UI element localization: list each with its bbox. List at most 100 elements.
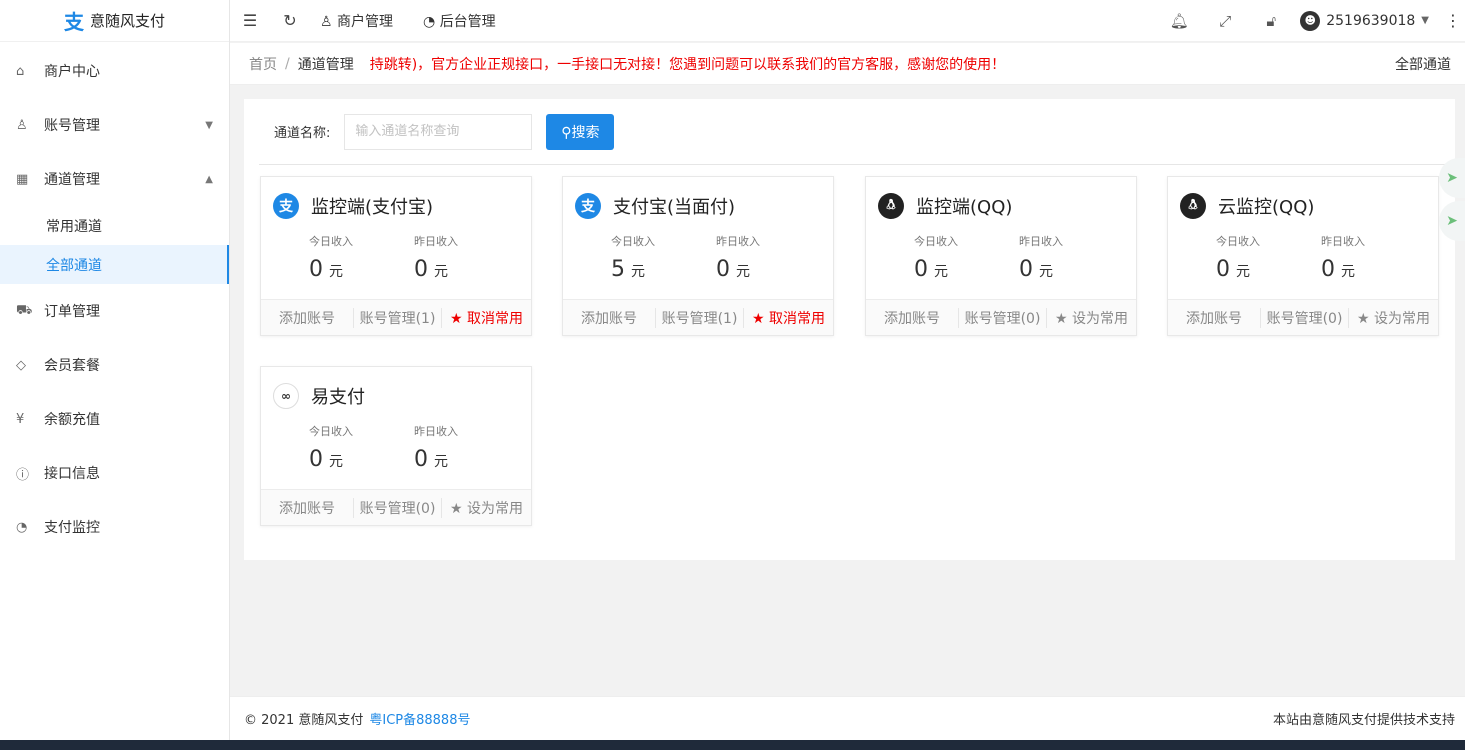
username: 2519639018	[1326, 12, 1416, 29]
add-account-button[interactable]: 添加账号	[261, 308, 353, 328]
toggle-favorite-button[interactable]: ★ 设为常用	[441, 497, 531, 518]
yesterday-income-label: 昨日收入	[414, 425, 458, 438]
yesterday-income-value: 0	[1019, 257, 1033, 282]
app-logo[interactable]: 支 意随风支付	[0, 0, 229, 42]
add-account-button[interactable]: 添加账号	[563, 308, 655, 328]
bell-icon[interactable]: 🔔︎	[1156, 12, 1202, 30]
star-icon: ★	[1054, 310, 1072, 327]
favorite-label: 取消常用	[769, 310, 825, 327]
currency-unit: 元	[631, 264, 645, 280]
sidebar-item-merchant-center[interactable]: ⌂ 商户中心	[0, 44, 229, 98]
manage-accounts-button[interactable]: 账号管理(0)	[353, 497, 441, 518]
search-button[interactable]: ⚲搜索	[546, 113, 615, 150]
toggle-favorite-button[interactable]: ★ 取消常用	[441, 307, 531, 328]
avatar: ☻	[1300, 10, 1321, 31]
apps-icon: ▦	[16, 171, 29, 187]
topbar: ☰ ↻ ♙ 商户管理 ◔ 后台管理 🔔︎ ⤢ 🔓︎ ☻ 2519639018 ▼…	[230, 0, 1465, 42]
today-income-value: 0	[1216, 257, 1230, 282]
today-income-value: 5	[611, 257, 625, 282]
caret-up-icon: ▲	[205, 173, 213, 185]
sidebar-item-label: 账号管理	[44, 118, 100, 134]
search-bar: 通道名称: ⚲搜索	[259, 99, 1455, 165]
nav-admin-label: 后台管理	[439, 13, 496, 30]
channel-name: 云监控(QQ)	[1218, 197, 1315, 218]
channel-name: 易支付	[311, 387, 365, 408]
os-taskbar	[0, 740, 1465, 750]
app-title: 意随风支付	[89, 12, 165, 30]
yesterday-income-label: 昨日收入	[716, 235, 760, 248]
currency-unit: 元	[1039, 264, 1053, 280]
add-account-button[interactable]: 添加账号	[1168, 308, 1260, 328]
nav-admin-link[interactable]: ◔ 后台管理	[423, 11, 496, 31]
add-account-button[interactable]: 添加账号	[866, 308, 958, 328]
favorite-label: 设为常用	[1072, 310, 1128, 327]
lock-icon[interactable]: 🔓︎	[1248, 12, 1294, 30]
sidebar-item-pay-monitor[interactable]: ◔ 支付监控	[0, 500, 229, 554]
star-icon: ★	[449, 500, 467, 517]
today-income-label: 今日收入	[309, 235, 353, 248]
qq-icon: 🐧︎	[1180, 193, 1206, 219]
alipay-icon: 支	[575, 193, 601, 219]
manage-accounts-button[interactable]: 账号管理(1)	[655, 307, 743, 328]
sidebar-item-recharge[interactable]: ¥ 余额充值	[0, 392, 229, 446]
yesterday-income-label: 昨日收入	[1321, 235, 1365, 248]
breadcrumb-current: 通道管理	[297, 56, 354, 73]
toggle-favorite-button[interactable]: ★ 设为常用	[1046, 307, 1136, 328]
sidebar-item-label: 通道管理	[44, 172, 100, 188]
toggle-favorite-button[interactable]: ★ 设为常用	[1348, 307, 1438, 328]
user-icon: ♙	[320, 13, 338, 30]
today-income-label: 今日收入	[1216, 235, 1260, 248]
sidebar-item-orders[interactable]: ⛟ 订单管理	[0, 284, 229, 338]
sidebar: 支 意随风支付 ⌂ 商户中心 ♙ 账号管理 ▼ ▦ 通道管理 ▲ 常用通道 全部…	[0, 0, 230, 740]
caret-down-icon: ▼	[205, 119, 213, 131]
home-icon: ⌂	[16, 63, 25, 79]
sidebar-item-api-info[interactable]: ⓘ 接口信息	[0, 446, 229, 500]
currency-unit: 元	[934, 264, 948, 280]
currency-unit: 元	[736, 264, 750, 280]
refresh-icon[interactable]: ↻	[270, 11, 310, 30]
sidebar-subitem-all[interactable]: 全部通道	[0, 245, 229, 284]
page-tab-label[interactable]: 全部通道	[1395, 54, 1451, 74]
sidebar-item-label: 订单管理	[44, 304, 100, 320]
menu-toggle-icon[interactable]: ☰	[230, 11, 270, 30]
manage-accounts-button[interactable]: 账号管理(0)	[958, 307, 1046, 328]
icp-link[interactable]: 粤ICP备88888号	[369, 709, 470, 728]
yesterday-income-value: 0	[716, 257, 730, 282]
favorite-label: 设为常用	[467, 500, 523, 517]
fullscreen-icon[interactable]: ⤢	[1202, 12, 1248, 30]
more-vertical-icon[interactable]: ⋮	[1441, 11, 1465, 30]
footer: © 2021 意随风支付 粤ICP备88888号 本站由意随风支付提供技术支持	[230, 696, 1465, 740]
currency-unit: 元	[1236, 264, 1250, 280]
currency-unit: 元	[1341, 264, 1355, 280]
currency-unit: 元	[434, 264, 448, 280]
search-label: 通道名称:	[274, 126, 331, 141]
caret-down-icon: ▼	[1421, 15, 1429, 26]
copyright: © 2021 意随风支付	[244, 713, 364, 728]
nav-merchant-label: 商户管理	[337, 13, 394, 30]
scrolling-notice: 持跳转)，官方企业正规接口，一手接口无对接！您遇到问题可以联系我们的官方客服，感…	[369, 56, 1006, 73]
support-text: 本站由意随风支付提供技术支持	[1272, 713, 1455, 728]
search-input[interactable]	[344, 113, 533, 150]
info-icon: ⓘ	[16, 467, 30, 483]
sidebar-subitem-common[interactable]: 常用通道	[0, 206, 229, 245]
yesterday-income-value: 0	[414, 447, 428, 472]
user-menu[interactable]: ☻ 2519639018 ▼	[1300, 10, 1429, 31]
qq-icon: 🐧︎	[878, 193, 904, 219]
sidebar-item-channel[interactable]: ▦ 通道管理 ▲	[0, 152, 229, 206]
sidebar-item-label: 余额充值	[44, 412, 100, 428]
manage-accounts-button[interactable]: 账号管理(0)	[1260, 307, 1348, 328]
add-account-button[interactable]: 添加账号	[261, 498, 353, 518]
nav-merchant-link[interactable]: ♙ 商户管理	[320, 11, 393, 31]
epay-icon: ∞	[273, 383, 299, 409]
sidebar-item-membership[interactable]: ◇ 会员套餐	[0, 338, 229, 392]
currency-unit: 元	[434, 454, 448, 470]
breadcrumb-home[interactable]: 首页	[249, 54, 277, 74]
channel-card: 🐧︎ 云监控(QQ) 今日收入 0 元 昨日收入 0 元 添加账号 账号管理(0) ★ …	[1167, 176, 1439, 336]
sidebar-item-label: 商户中心	[44, 64, 100, 80]
yen-icon: ¥	[16, 411, 25, 427]
yesterday-income-value: 0	[414, 257, 428, 282]
toggle-favorite-button[interactable]: ★ 取消常用	[743, 307, 833, 328]
sidebar-item-account[interactable]: ♙ 账号管理 ▼	[0, 98, 229, 152]
today-income-label: 今日收入	[611, 235, 655, 248]
manage-accounts-button[interactable]: 账号管理(1)	[353, 307, 441, 328]
